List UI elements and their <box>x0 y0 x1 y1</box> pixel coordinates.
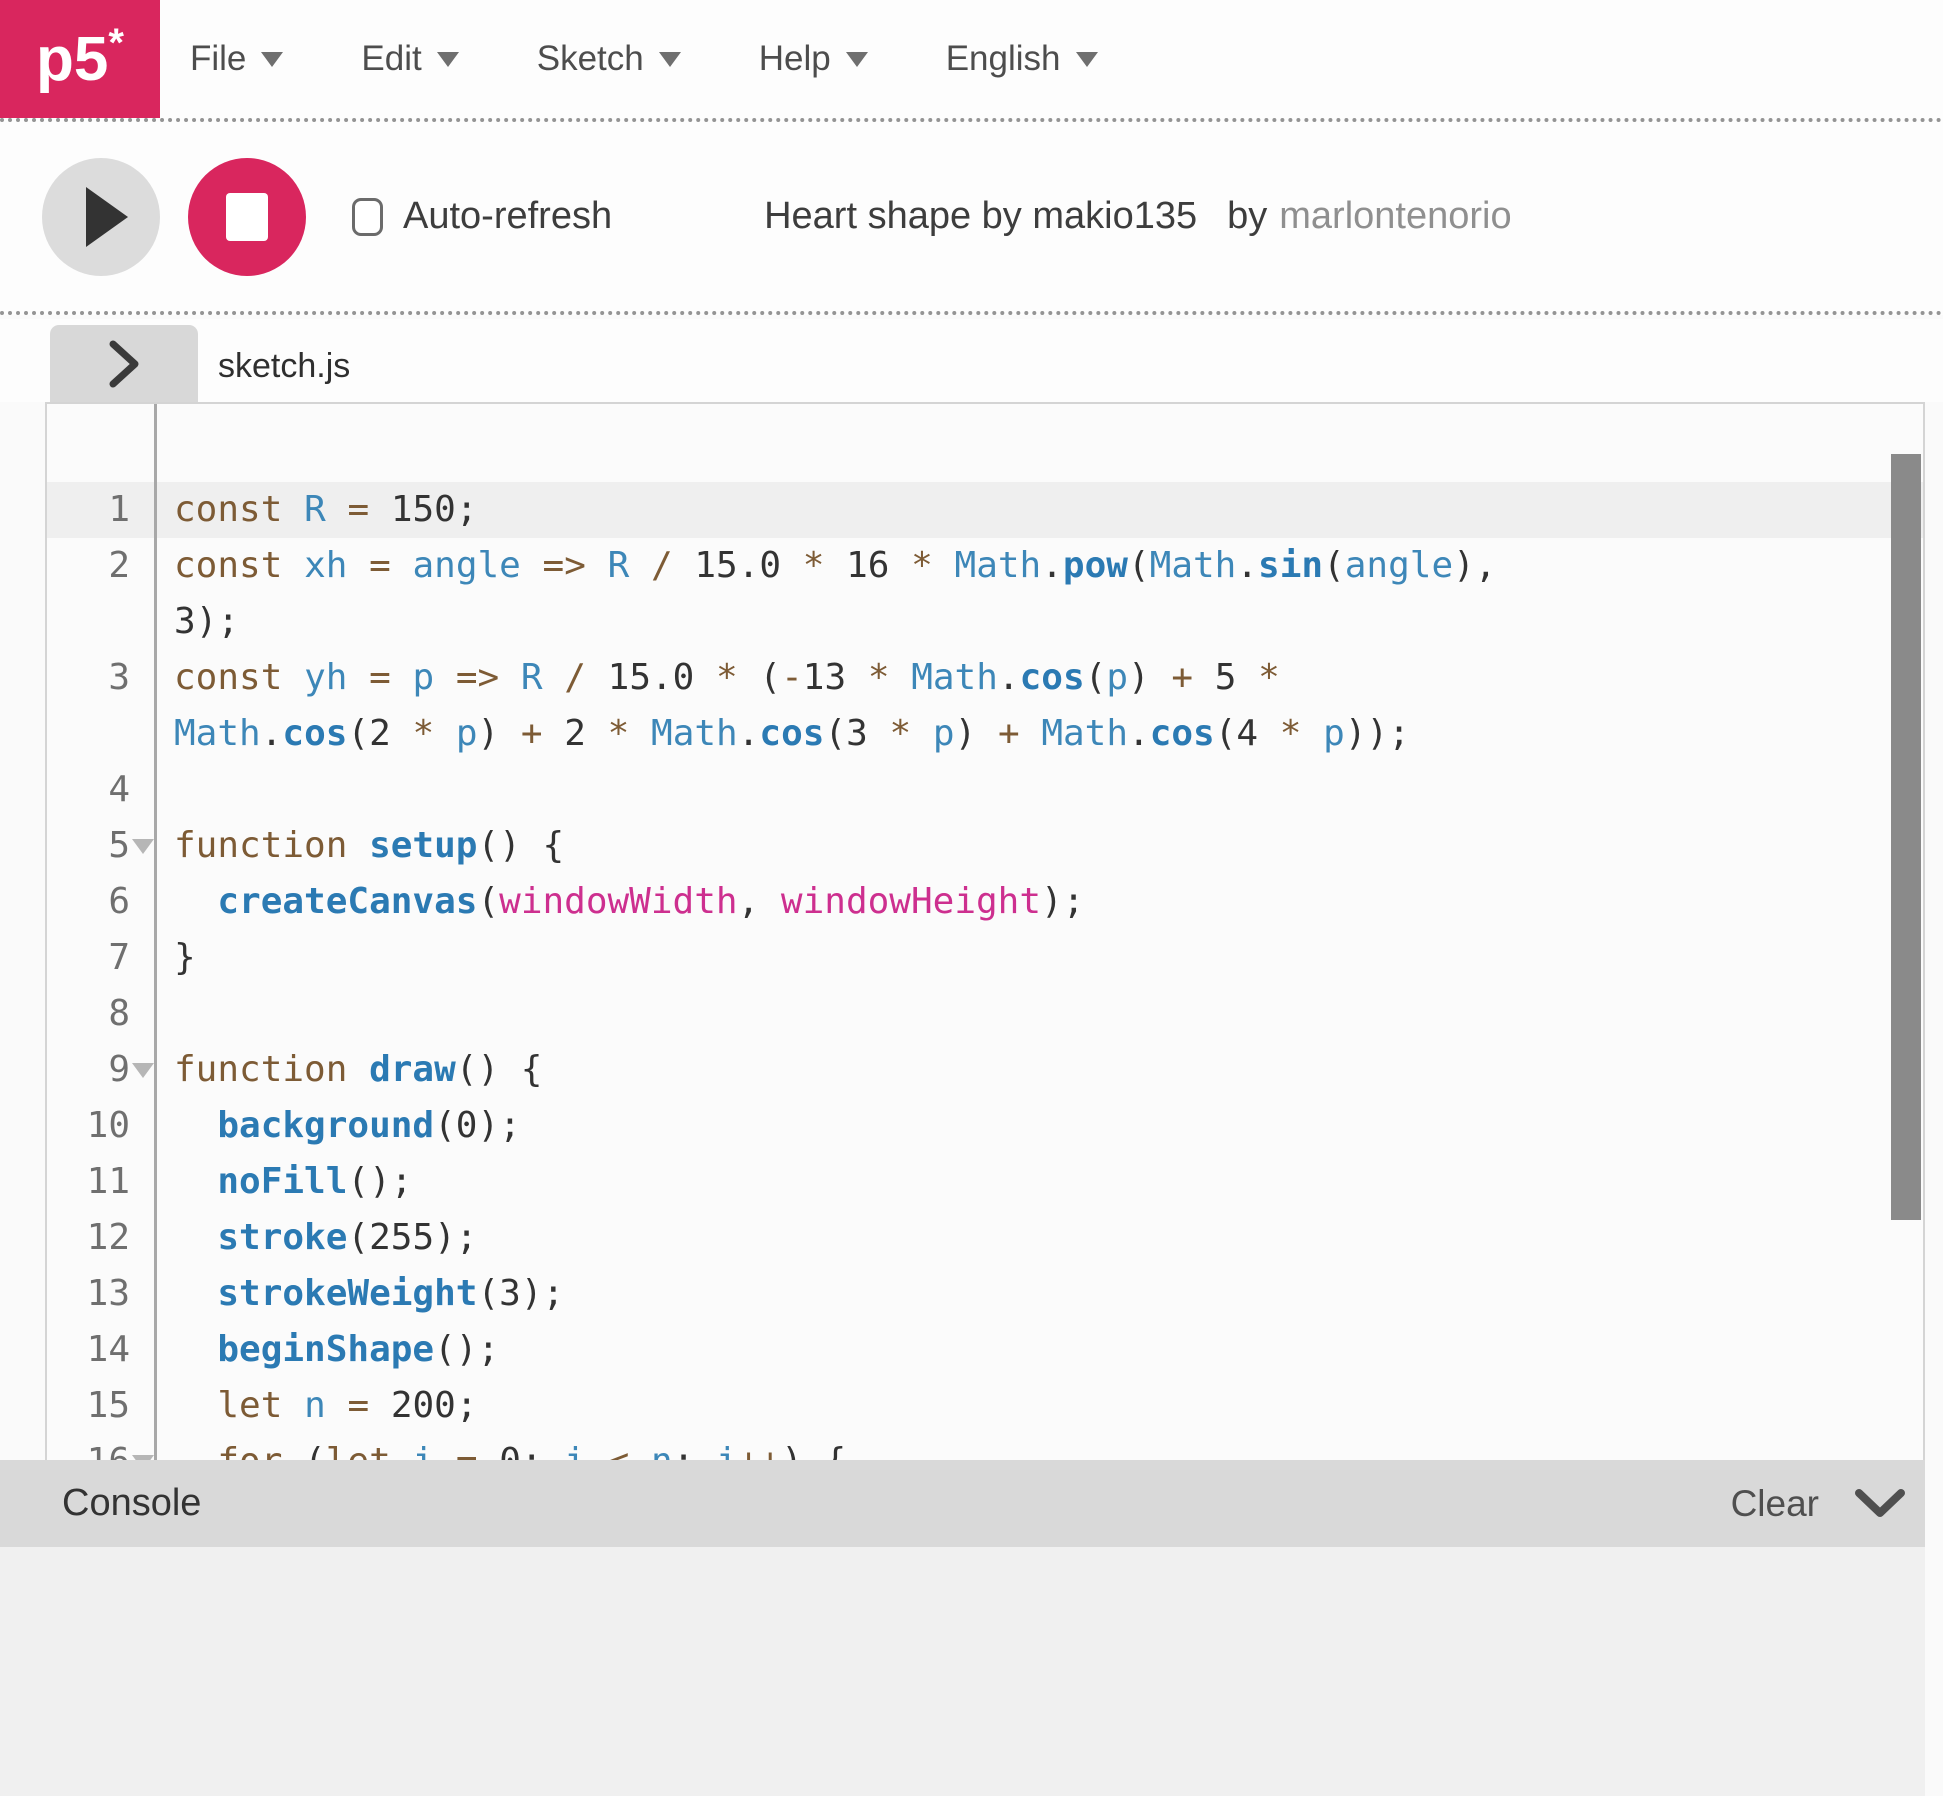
line-number: 6 <box>47 874 130 930</box>
code-row[interactable]: 12 stroke(255); <box>47 1210 1923 1266</box>
play-button[interactable] <box>42 158 160 276</box>
project-title: Heart shape by makio135 <box>764 195 1197 238</box>
menu-label: English <box>946 39 1061 79</box>
code-row[interactable]: 7} <box>47 930 1923 986</box>
menu-sketch[interactable]: Sketch <box>537 39 681 79</box>
code-row[interactable]: 3 const yh = p => R / 15.0 * (-13 * Math.… <box>47 650 1923 706</box>
code-line-text: function draw() { <box>174 1042 542 1098</box>
code-row[interactable]: 5 function setup() { <box>47 818 1923 874</box>
author-link[interactable]: marlontenorio <box>1279 195 1511 238</box>
code-line-text: } <box>174 930 196 986</box>
menu-label: File <box>190 39 246 79</box>
code-row[interactable]: 10 background(0); <box>47 1098 1923 1154</box>
code-row[interactable]: Math.cos(2 * p) + 2 * Math.cos(3 * p) + … <box>47 706 1923 762</box>
line-number: 11 <box>47 1154 130 1210</box>
menu-label: Edit <box>361 39 421 79</box>
chevron-right-icon <box>107 340 141 388</box>
play-icon <box>86 187 128 247</box>
console-output <box>0 1547 1925 1796</box>
console-collapse-button[interactable] <box>1855 1489 1905 1519</box>
fold-arrow-icon[interactable] <box>132 1063 154 1078</box>
code-row[interactable]: 13 strokeWeight(3); <box>47 1266 1923 1322</box>
chevron-down-icon <box>1855 1489 1905 1519</box>
chevron-down-icon <box>261 52 283 67</box>
code-line-text: createCanvas(windowWidth, windowHeight); <box>174 874 1084 930</box>
code-row[interactable]: 14 beginShape(); <box>47 1322 1923 1378</box>
line-number: 7 <box>47 930 130 986</box>
code-row[interactable]: 11 noFill(); <box>47 1154 1923 1210</box>
code-row[interactable]: 8 <box>47 986 1923 1042</box>
gutter-separator <box>154 404 157 1460</box>
auto-refresh-checkbox[interactable] <box>352 198 383 236</box>
menu-help[interactable]: Help <box>759 39 868 79</box>
fold-arrow-icon[interactable] <box>132 1455 154 1460</box>
code-editor[interactable]: 1 const R = 150; 2 const xh = angle => R / … <box>45 402 1925 1460</box>
line-number: 15 <box>47 1378 130 1434</box>
line-number: 1 <box>47 482 130 538</box>
chevron-down-icon <box>846 52 868 67</box>
code-rows: 1 const R = 150; 2 const xh = angle => R / … <box>47 482 1923 1460</box>
code-line-text: 3); <box>174 594 239 650</box>
tab-bar: sketch.js <box>0 319 1943 402</box>
code-row[interactable]: 15 let n = 200; <box>47 1378 1923 1434</box>
line-number: 13 <box>47 1266 130 1322</box>
right-margin-strip <box>1929 402 1943 1796</box>
code-row[interactable]: 1 const R = 150; <box>47 482 1923 538</box>
menu-file[interactable]: File <box>190 39 283 79</box>
code-row[interactable]: 16 for (let i = 0; i < n; i++) { <box>47 1434 1923 1460</box>
line-number: 3 <box>47 650 130 706</box>
menu-label: Sketch <box>537 39 644 79</box>
console-clear-button[interactable]: Clear <box>1731 1483 1819 1525</box>
code-line-text: for (let i = 0; i < n; i++) { <box>174 1434 846 1460</box>
code-line-text: Math.cos(2 * p) + 2 * Math.cos(3 * p) + … <box>174 706 1410 762</box>
code-row[interactable]: 2 const xh = angle => R / 15.0 * 16 * Mat… <box>47 538 1923 594</box>
console-title: Console <box>62 1482 201 1525</box>
chevron-down-icon <box>437 52 459 67</box>
stop-icon <box>226 193 268 241</box>
code-line-text: const xh = angle => R / 15.0 * 16 * Math… <box>174 538 1496 594</box>
code-line-text: const yh = p => R / 15.0 * (-13 * Math.c… <box>174 650 1280 706</box>
code-line-text: stroke(255); <box>174 1210 477 1266</box>
p5-logo[interactable]: p5* <box>0 0 160 118</box>
line-number: 8 <box>47 986 130 1042</box>
menu-english[interactable]: English <box>946 39 1098 79</box>
code-row[interactable]: 3); <box>47 594 1923 650</box>
tab-sketch-js[interactable]: sketch.js <box>218 347 350 386</box>
line-number: 10 <box>47 1098 130 1154</box>
p5-logo-text: p5 <box>36 24 108 95</box>
code-row[interactable]: 6 createCanvas(windowWidth, windowHeight… <box>47 874 1923 930</box>
code-line-text: const R = 150; <box>174 482 478 538</box>
byline-text: by <box>1227 195 1267 238</box>
code-line-text: function setup() { <box>174 818 564 874</box>
fold-arrow-icon[interactable] <box>132 839 154 854</box>
console-header[interactable]: Console Clear <box>0 1460 1925 1547</box>
code-line-text: strokeWeight(3); <box>174 1266 564 1322</box>
line-number: 9 <box>47 1042 130 1098</box>
line-number: 12 <box>47 1210 130 1266</box>
code-row[interactable]: 9 function draw() { <box>47 1042 1923 1098</box>
line-number: 2 <box>47 538 130 594</box>
code-line-text: let n = 200; <box>174 1378 478 1434</box>
nav-bar: p5* File Edit Sketch Help English <box>0 0 1943 122</box>
editor-scrollbar[interactable] <box>1891 454 1921 1220</box>
line-number: 16 <box>47 1434 130 1460</box>
auto-refresh-label[interactable]: Auto-refresh <box>403 195 612 238</box>
chevron-down-icon <box>1076 52 1098 67</box>
menu-bar: File Edit Sketch Help English <box>190 0 1098 118</box>
line-number: 14 <box>47 1322 130 1378</box>
code-row[interactable]: 4 <box>47 762 1923 818</box>
line-number: 4 <box>47 762 130 818</box>
line-number: 5 <box>47 818 130 874</box>
chevron-down-icon <box>659 52 681 67</box>
stop-button[interactable] <box>188 158 306 276</box>
menu-label: Help <box>759 39 831 79</box>
expand-sidebar-button[interactable] <box>50 325 198 402</box>
toolbar: Auto-refresh Heart shape by makio135 by … <box>0 122 1943 315</box>
code-line-text: beginShape(); <box>174 1322 499 1378</box>
code-line-text: background(0); <box>174 1098 521 1154</box>
menu-edit[interactable]: Edit <box>361 39 458 79</box>
code-line-text: noFill(); <box>174 1154 412 1210</box>
